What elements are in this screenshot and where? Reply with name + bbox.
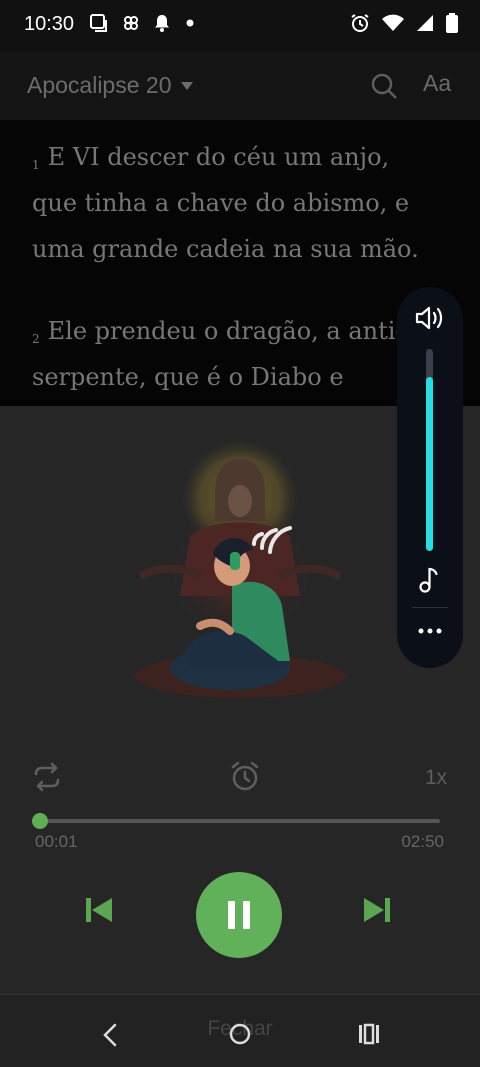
verse-number: 1 — [32, 158, 40, 172]
chapter-selector[interactable]: Apocalipse 20 — [27, 72, 194, 99]
playback-speed-button[interactable]: 1x — [425, 766, 447, 790]
bottom-bar: Fechar — [0, 994, 480, 1067]
listening-illustration — [135, 440, 345, 698]
previous-track-icon[interactable] — [86, 898, 112, 922]
verse-line: E VI descer do céu um anjo, — [47, 143, 390, 171]
volume-panel — [397, 287, 463, 668]
app-notification-icon — [124, 16, 138, 30]
back-icon[interactable] — [102, 1023, 118, 1047]
verse-line: uma grande cadeia na sua mão. — [32, 235, 419, 263]
search-icon[interactable] — [370, 72, 398, 100]
divider — [412, 607, 448, 608]
repeat-icon[interactable] — [32, 762, 62, 792]
app-bar: Apocalipse 20 Aa — [0, 52, 480, 120]
chapter-title: Apocalipse 20 — [27, 72, 172, 98]
total-time: 02:50 — [401, 832, 444, 851]
next-track-icon[interactable] — [364, 898, 390, 922]
more-options-icon[interactable] — [418, 627, 442, 635]
playback-options: 1x — [0, 760, 480, 802]
pause-button[interactable] — [196, 872, 282, 958]
alarm-status-icon — [351, 14, 369, 32]
recents-icon[interactable] — [358, 1023, 380, 1045]
volume-level — [426, 377, 433, 551]
cellular-icon — [417, 15, 433, 31]
verse-line: serpente, que é o Diabo e — [32, 363, 344, 391]
verse-line: que tinha a chave do abismo, e — [32, 189, 410, 217]
status-bar: 10:30 — [0, 0, 480, 52]
notification-icons — [90, 14, 194, 32]
verse-1: 1 E VI descer do céu um anjo, que tinha a… — [32, 134, 472, 272]
dot-icon — [186, 19, 194, 27]
chevron-down-icon — [180, 81, 193, 90]
status-time: 10:30 — [24, 13, 75, 35]
screenshot-icon — [90, 14, 107, 32]
battery-icon — [446, 13, 458, 33]
volume-slider[interactable] — [426, 349, 433, 551]
verse-line: Ele prendeu o dragão, a antiga — [47, 317, 426, 345]
system-icons — [350, 13, 458, 33]
progress-slider[interactable] — [32, 813, 440, 829]
music-note-icon[interactable] — [419, 567, 439, 593]
volume-icon[interactable] — [415, 305, 445, 331]
current-time: 00:01 — [35, 832, 78, 851]
pause-icon — [228, 901, 250, 929]
progress-handle[interactable] — [32, 813, 49, 829]
home-icon[interactable] — [229, 1023, 251, 1045]
bell-icon — [155, 15, 169, 32]
font-settings-button[interactable]: Aa — [423, 70, 451, 97]
verse-number: 2 — [32, 332, 40, 346]
wifi-icon — [382, 14, 404, 31]
sleep-timer-icon[interactable] — [229, 760, 261, 792]
